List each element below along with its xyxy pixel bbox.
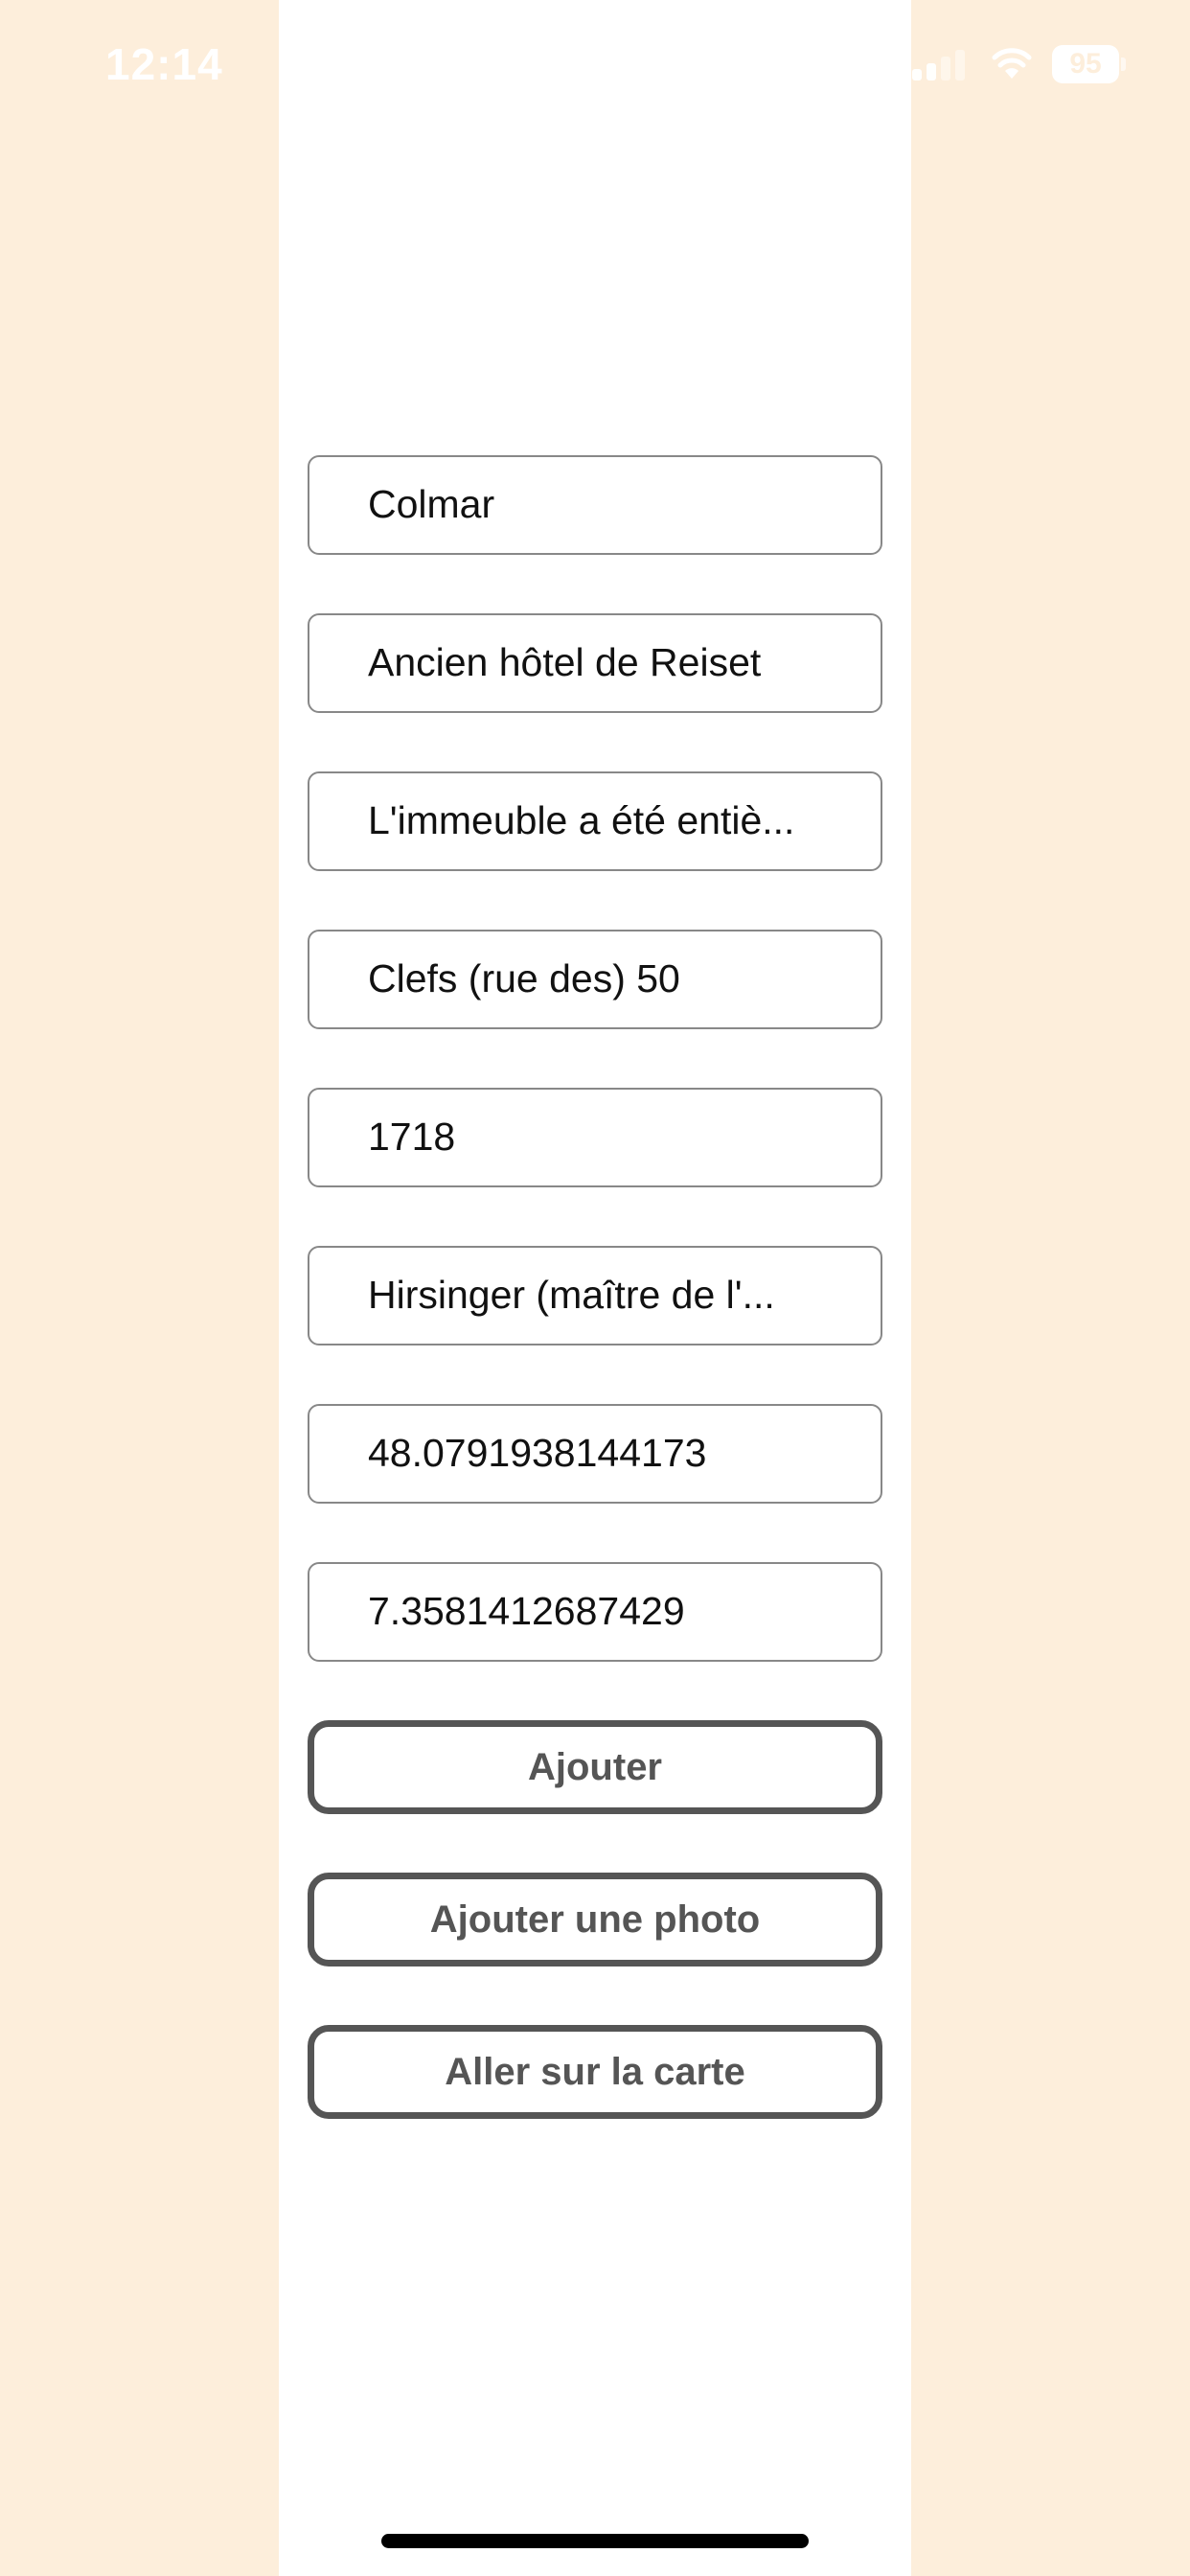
- home-indicator[interactable]: [381, 2534, 809, 2548]
- status-bar: 12:14 95: [0, 0, 1190, 134]
- battery-icon: 95: [1052, 45, 1126, 83]
- year-field[interactable]: 1718: [308, 1088, 882, 1187]
- description-field[interactable]: L'immeuble a été entiè...: [308, 771, 882, 871]
- add-button[interactable]: Ajouter: [308, 1720, 882, 1814]
- go-to-map-button[interactable]: Aller sur la carte: [308, 2025, 882, 2119]
- add-photo-button[interactable]: Ajouter une photo: [308, 1873, 882, 1966]
- cellular-signal-icon: [912, 50, 968, 80]
- city-field[interactable]: Colmar: [308, 455, 882, 555]
- address-field[interactable]: Clefs (rue des) 50: [308, 930, 882, 1029]
- latitude-field[interactable]: 48.0791938144173: [308, 1404, 882, 1504]
- architect-field[interactable]: Hirsinger (maître de l'...: [308, 1246, 882, 1346]
- status-time: 12:14: [105, 39, 223, 89]
- battery-level: 95: [1069, 48, 1102, 80]
- longitude-field[interactable]: 7.3581412687429: [308, 1562, 882, 1662]
- wifi-icon: [992, 48, 1032, 79]
- name-field[interactable]: Ancien hôtel de Reiset: [308, 613, 882, 713]
